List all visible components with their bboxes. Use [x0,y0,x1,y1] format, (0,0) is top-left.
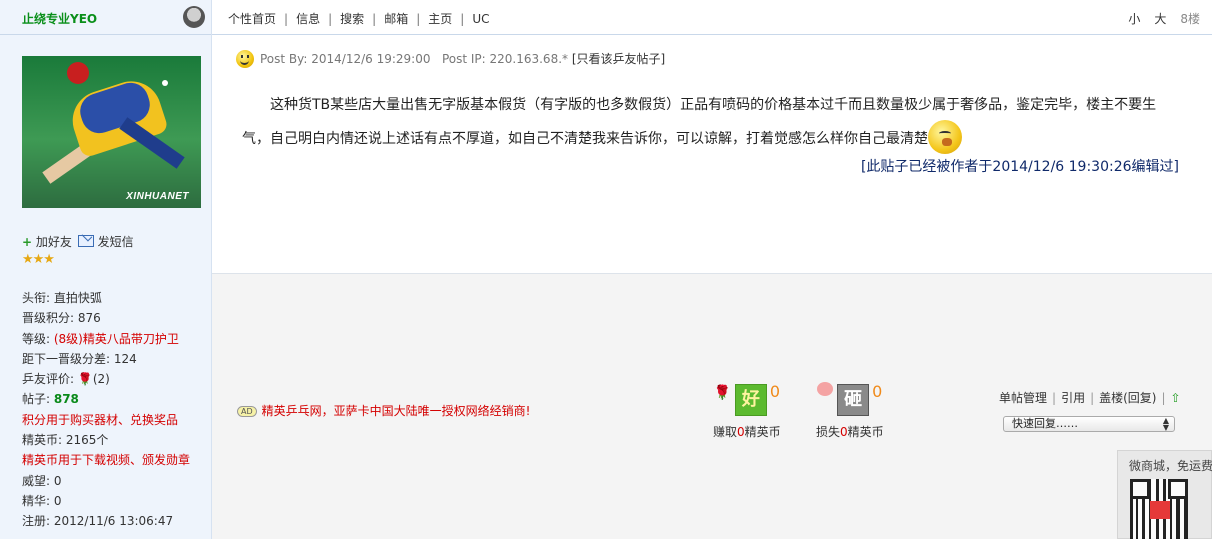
qr-corner [1130,479,1150,499]
separator: | [460,12,465,26]
add-friend-icon: + [22,235,33,249]
link-search[interactable]: 搜索 [340,12,364,26]
separator: | [1090,391,1095,405]
avatar-photo-ball [162,80,168,86]
rating-count: (2) [92,372,110,387]
user-registered: 注册: 2012/11/6 13:06:47 [22,514,174,529]
edit-note: [此贴子已经被作者于2014/12/6 19:30:26编辑过] [860,159,1179,175]
user-prestige: 威望: 0 [22,473,62,488]
bad-button[interactable]: 砸 [837,384,870,416]
bad-label-pre: 损失 [816,425,841,439]
grade-value: (8级)精英八品带刀护卫 [53,331,179,346]
link-mailbox[interactable]: 邮箱 [384,12,408,26]
emoticon-icon [928,120,962,154]
post-actions: 单帖管理 | 引用 | 盖楼(回复) | ⇧ [999,389,1181,406]
ad-link[interactable]: 精英乒乓网，亚萨卡中国大陆唯一授权网络经销商! [262,404,531,418]
select-arrows-icon: ▲ ▼ [1162,416,1169,432]
rating-label: 乒友评价: [22,372,78,387]
quick-reply-select[interactable]: 快速回复…… ▲ ▼ [1003,416,1175,432]
separator: | [416,12,421,26]
vote-good-icons: 🌹 好0 [713,382,781,416]
floor-number: 8楼 [1180,12,1200,26]
link-uc[interactable]: UC [472,12,489,26]
user-grade: 等级: (8级)精英八品带刀护卫 [22,329,207,349]
separator: | [1052,391,1057,405]
link-homepage[interactable]: 个性首页 [228,12,276,26]
vote-bad-label: 损失0精英币 [816,423,884,440]
user-actions: + 加好友 发短信 [22,233,134,250]
wechat-qr-panel: 微商城，免运费 [1117,450,1212,539]
mail-icon [77,235,94,247]
add-friend-link[interactable]: 加好友 [36,235,72,249]
pig-icon [817,382,834,396]
avatar-watermark: XINHUANET [126,191,189,202]
wechat-caption: 微商城，免运费 [1129,459,1212,473]
posts-label: 帖子: [22,392,54,407]
rose-icon: 🌹 [77,372,93,387]
posts-value: 878 [53,392,79,407]
user-to-next: 距下一晋级分差: 124 [22,351,137,366]
font-large-button[interactable]: 大 [1154,12,1166,26]
good-count: 0 [769,382,781,401]
post-controls: 小大 8楼 [1114,10,1200,27]
separator: | [328,12,333,26]
qr-logo-icon [1150,501,1170,519]
user-essence: 精华: 0 [22,493,62,508]
smile-icon [236,50,254,68]
ad-banner: AD 精英乒乓网，亚萨卡中国大陆唯一授权网络经销商! [237,402,530,419]
user-level-points: 晋级积分: 876 [22,311,101,326]
bad-count: 0 [872,382,883,401]
avatar: XINHUANET [22,56,201,208]
post-meta: Post By: 2014/12/6 19:29:00 Post IP: 220… [236,50,665,68]
send-message-link[interactable]: 发短信 [98,235,134,249]
bad-label-post: 精英币 [847,425,884,439]
separator: | [1161,391,1166,405]
post-ip: Post IP: 220.163.68.* [441,52,569,66]
user-sidebar: 止绕专业YEO XINHUANET + 加好友 发短信 ★★★ 头衔: 直拍快弧… [0,0,212,539]
flower-icon: 🌹 [713,385,732,401]
grade-label: 等级: [22,331,54,346]
quick-reply-value: 快速回复…… [1012,417,1078,430]
qr-code-icon[interactable] [1130,479,1188,539]
user-header: 止绕专业YEO [0,0,211,35]
post-by: Post By: 2014/12/6 19:29:00 [260,52,431,66]
separator: | [372,12,377,26]
rank-stars-icon: ★★★ [22,252,55,267]
good-button[interactable]: 好 [734,384,767,416]
ad-icon: AD [237,406,257,417]
vote-bad-icons: 砸0 [816,382,884,416]
vote-good-label: 赚取0精英币 [713,423,781,440]
user-links: 个性首页 | 信息 | 搜索 | 邮箱 | 主页 | UC [228,10,489,27]
good-label-post: 精英币 [744,425,781,439]
avatar-photo-racket [67,62,89,84]
qr-corner [1168,479,1188,499]
quote-link[interactable]: 引用 [1061,391,1085,405]
user-title: 头衔: 直拍快弧 [22,291,102,305]
vote-good: 🌹 好0 赚取0精英币 [713,382,781,440]
good-label-zero: 0 [737,425,745,439]
coins-note[interactable]: 精英币用于下载视频、颁发勋章 [22,450,207,470]
post-toolbar: 个性首页 | 信息 | 搜索 | 邮箱 | 主页 | UC 小大 8楼 [212,0,1212,35]
user-coins: 精英币: 2165个 [22,433,109,448]
vote-bad: 砸0 损失0精英币 [816,382,884,440]
post-body: 这种货TB某些店大量出售无字版基本假货（有字版的也多数假货）正品有喷码的价格基本… [242,90,1182,154]
back-to-top-icon[interactable]: ⇧ [1171,391,1181,405]
post-text: 这种货TB某些店大量出售无字版基本假货（有字版的也多数假货）正品有喷码的价格基本… [242,97,1157,147]
user-posts: 帖子: 878 [22,389,207,409]
link-info[interactable]: 信息 [296,12,320,26]
user-info: 头衔: 直拍快弧 晋级积分: 876 等级: (8级)精英八品带刀护卫 距下一晋… [22,288,207,532]
user-status-avatar-icon [183,6,205,28]
manage-link[interactable]: 单帖管理 [999,391,1047,405]
bad-label-zero: 0 [840,425,848,439]
user-rating: 乒友评价: 🌹(2) [22,369,207,389]
font-small-button[interactable]: 小 [1128,12,1140,26]
only-this-user-link[interactable]: [只看该乒友帖子] [572,52,665,66]
reply-floor-link[interactable]: 盖楼(回复) [1099,391,1156,405]
separator: | [284,12,289,26]
link-main[interactable]: 主页 [428,12,452,26]
good-label-pre: 赚取 [713,425,738,439]
points-note[interactable]: 积分用于购买器材、兑换奖品 [22,410,207,430]
username-link[interactable]: 止绕专业YEO [22,10,97,27]
